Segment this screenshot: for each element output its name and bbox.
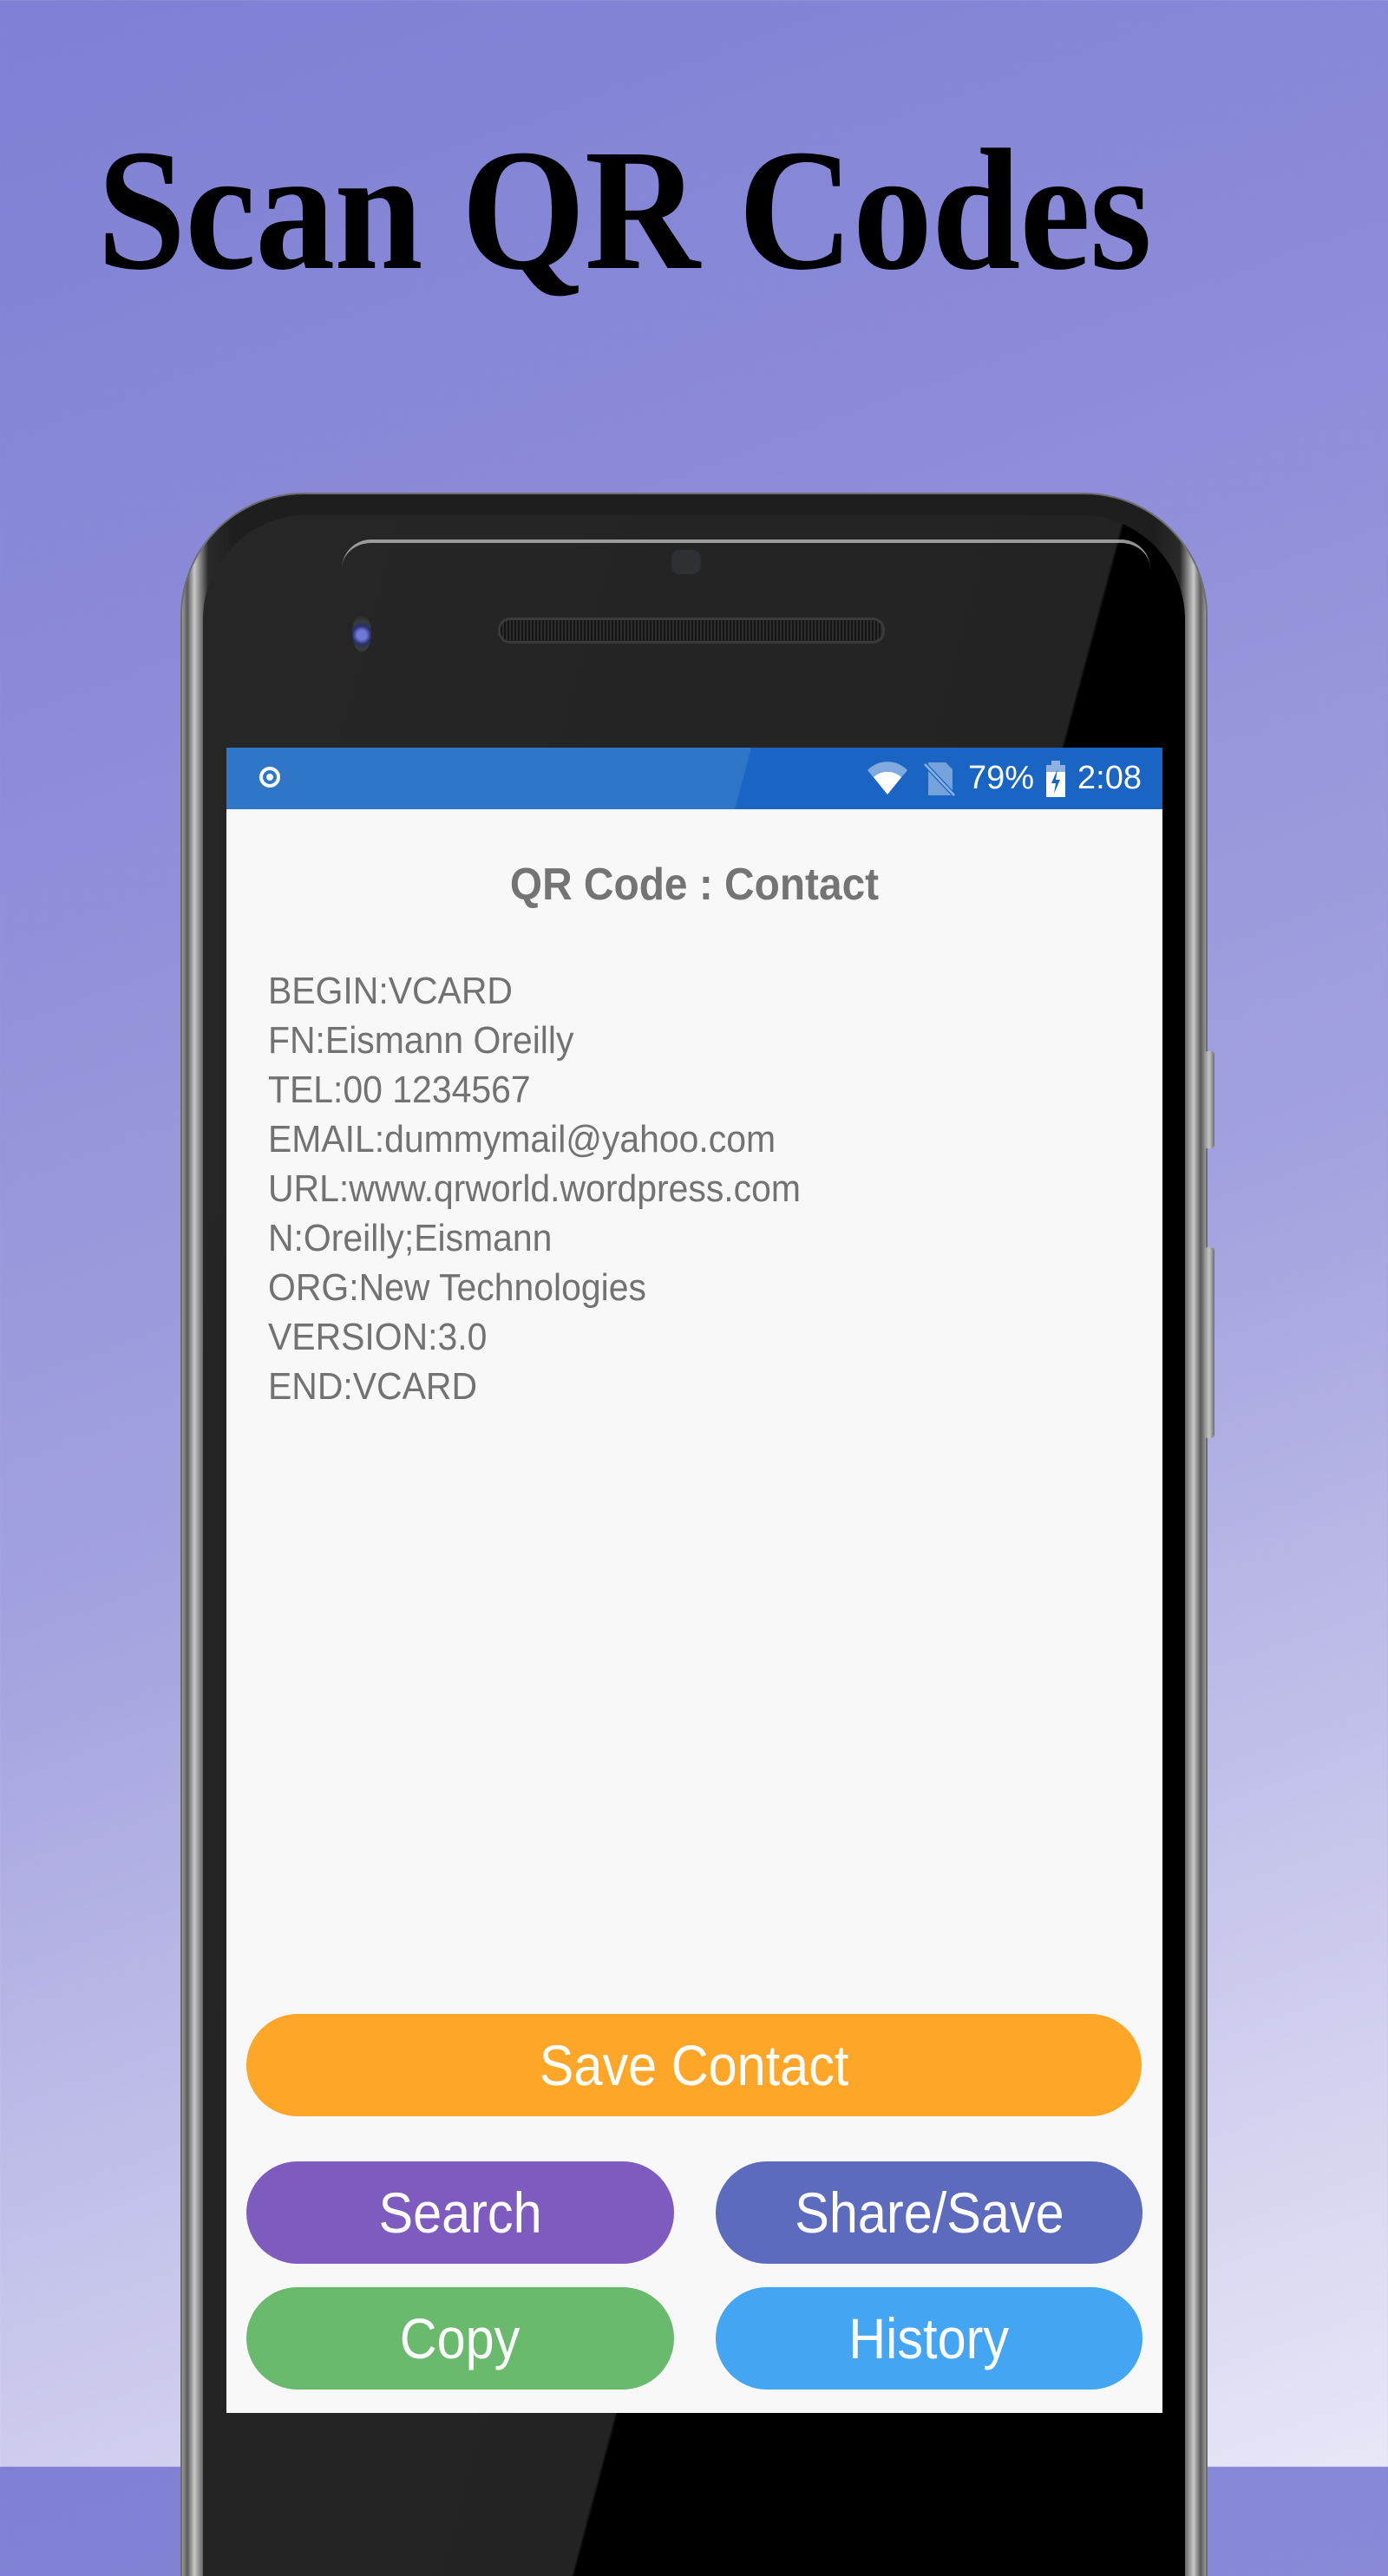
share-save-label: Share/Save (794, 2180, 1064, 2245)
vcard-line: FN:Eismann Oreilly (268, 1019, 574, 1062)
glass-edge (342, 539, 1150, 569)
save-contact-button[interactable]: Save Contact (246, 2014, 1142, 2116)
vcard-line: VERSION:3.0 (268, 1316, 488, 1358)
share-save-button[interactable]: Share/Save (716, 2161, 1142, 2264)
promo-headline: Scan QR Codes (97, 114, 1152, 306)
vcard-line: END:VCARD (268, 1365, 478, 1408)
vcard-line: N:Oreilly;Eismann (268, 1217, 553, 1259)
app-screen: 79% 2:08 QR Code : Contact BEGIN:VCARD F… (226, 748, 1162, 2413)
status-bar: 79% 2:08 (226, 748, 1162, 809)
power-button[interactable] (1204, 1247, 1214, 1438)
vcard-line: EMAIL:dummymail@yahoo.com (268, 1118, 776, 1161)
status-right: 79% 2:08 (866, 748, 1142, 809)
front-camera-icon (352, 614, 371, 652)
search-button[interactable]: Search (246, 2161, 674, 2264)
earpiece-speaker (498, 618, 885, 644)
clock: 2:08 (1077, 760, 1142, 796)
screen-title: QR Code : Contact (509, 860, 880, 910)
history-button[interactable]: History (716, 2287, 1142, 2390)
vcard-line: URL:www.qrworld.wordpress.com (268, 1167, 801, 1210)
search-label: Search (378, 2180, 542, 2245)
volume-button[interactable] (1204, 1051, 1214, 1148)
battery-percent: 79% (967, 760, 1035, 796)
vcard-line: BEGIN:VCARD (268, 970, 513, 1012)
vcard-line: TEL:00 1234567 (268, 1069, 531, 1111)
wifi-icon (867, 761, 907, 794)
vcard-content: BEGIN:VCARD FN:Eismann Oreilly TEL:00 12… (268, 966, 801, 1411)
history-label: History (848, 2306, 1010, 2370)
save-contact-label: Save Contact (539, 2033, 849, 2097)
proximity-sensor (671, 550, 701, 574)
no-sim-icon (923, 762, 956, 797)
copy-button[interactable]: Copy (246, 2287, 674, 2390)
vcard-line: ORG:New Technologies (268, 1266, 646, 1309)
copy-label: Copy (400, 2306, 520, 2370)
battery-charging-icon (1046, 760, 1066, 797)
record-icon (259, 767, 280, 788)
